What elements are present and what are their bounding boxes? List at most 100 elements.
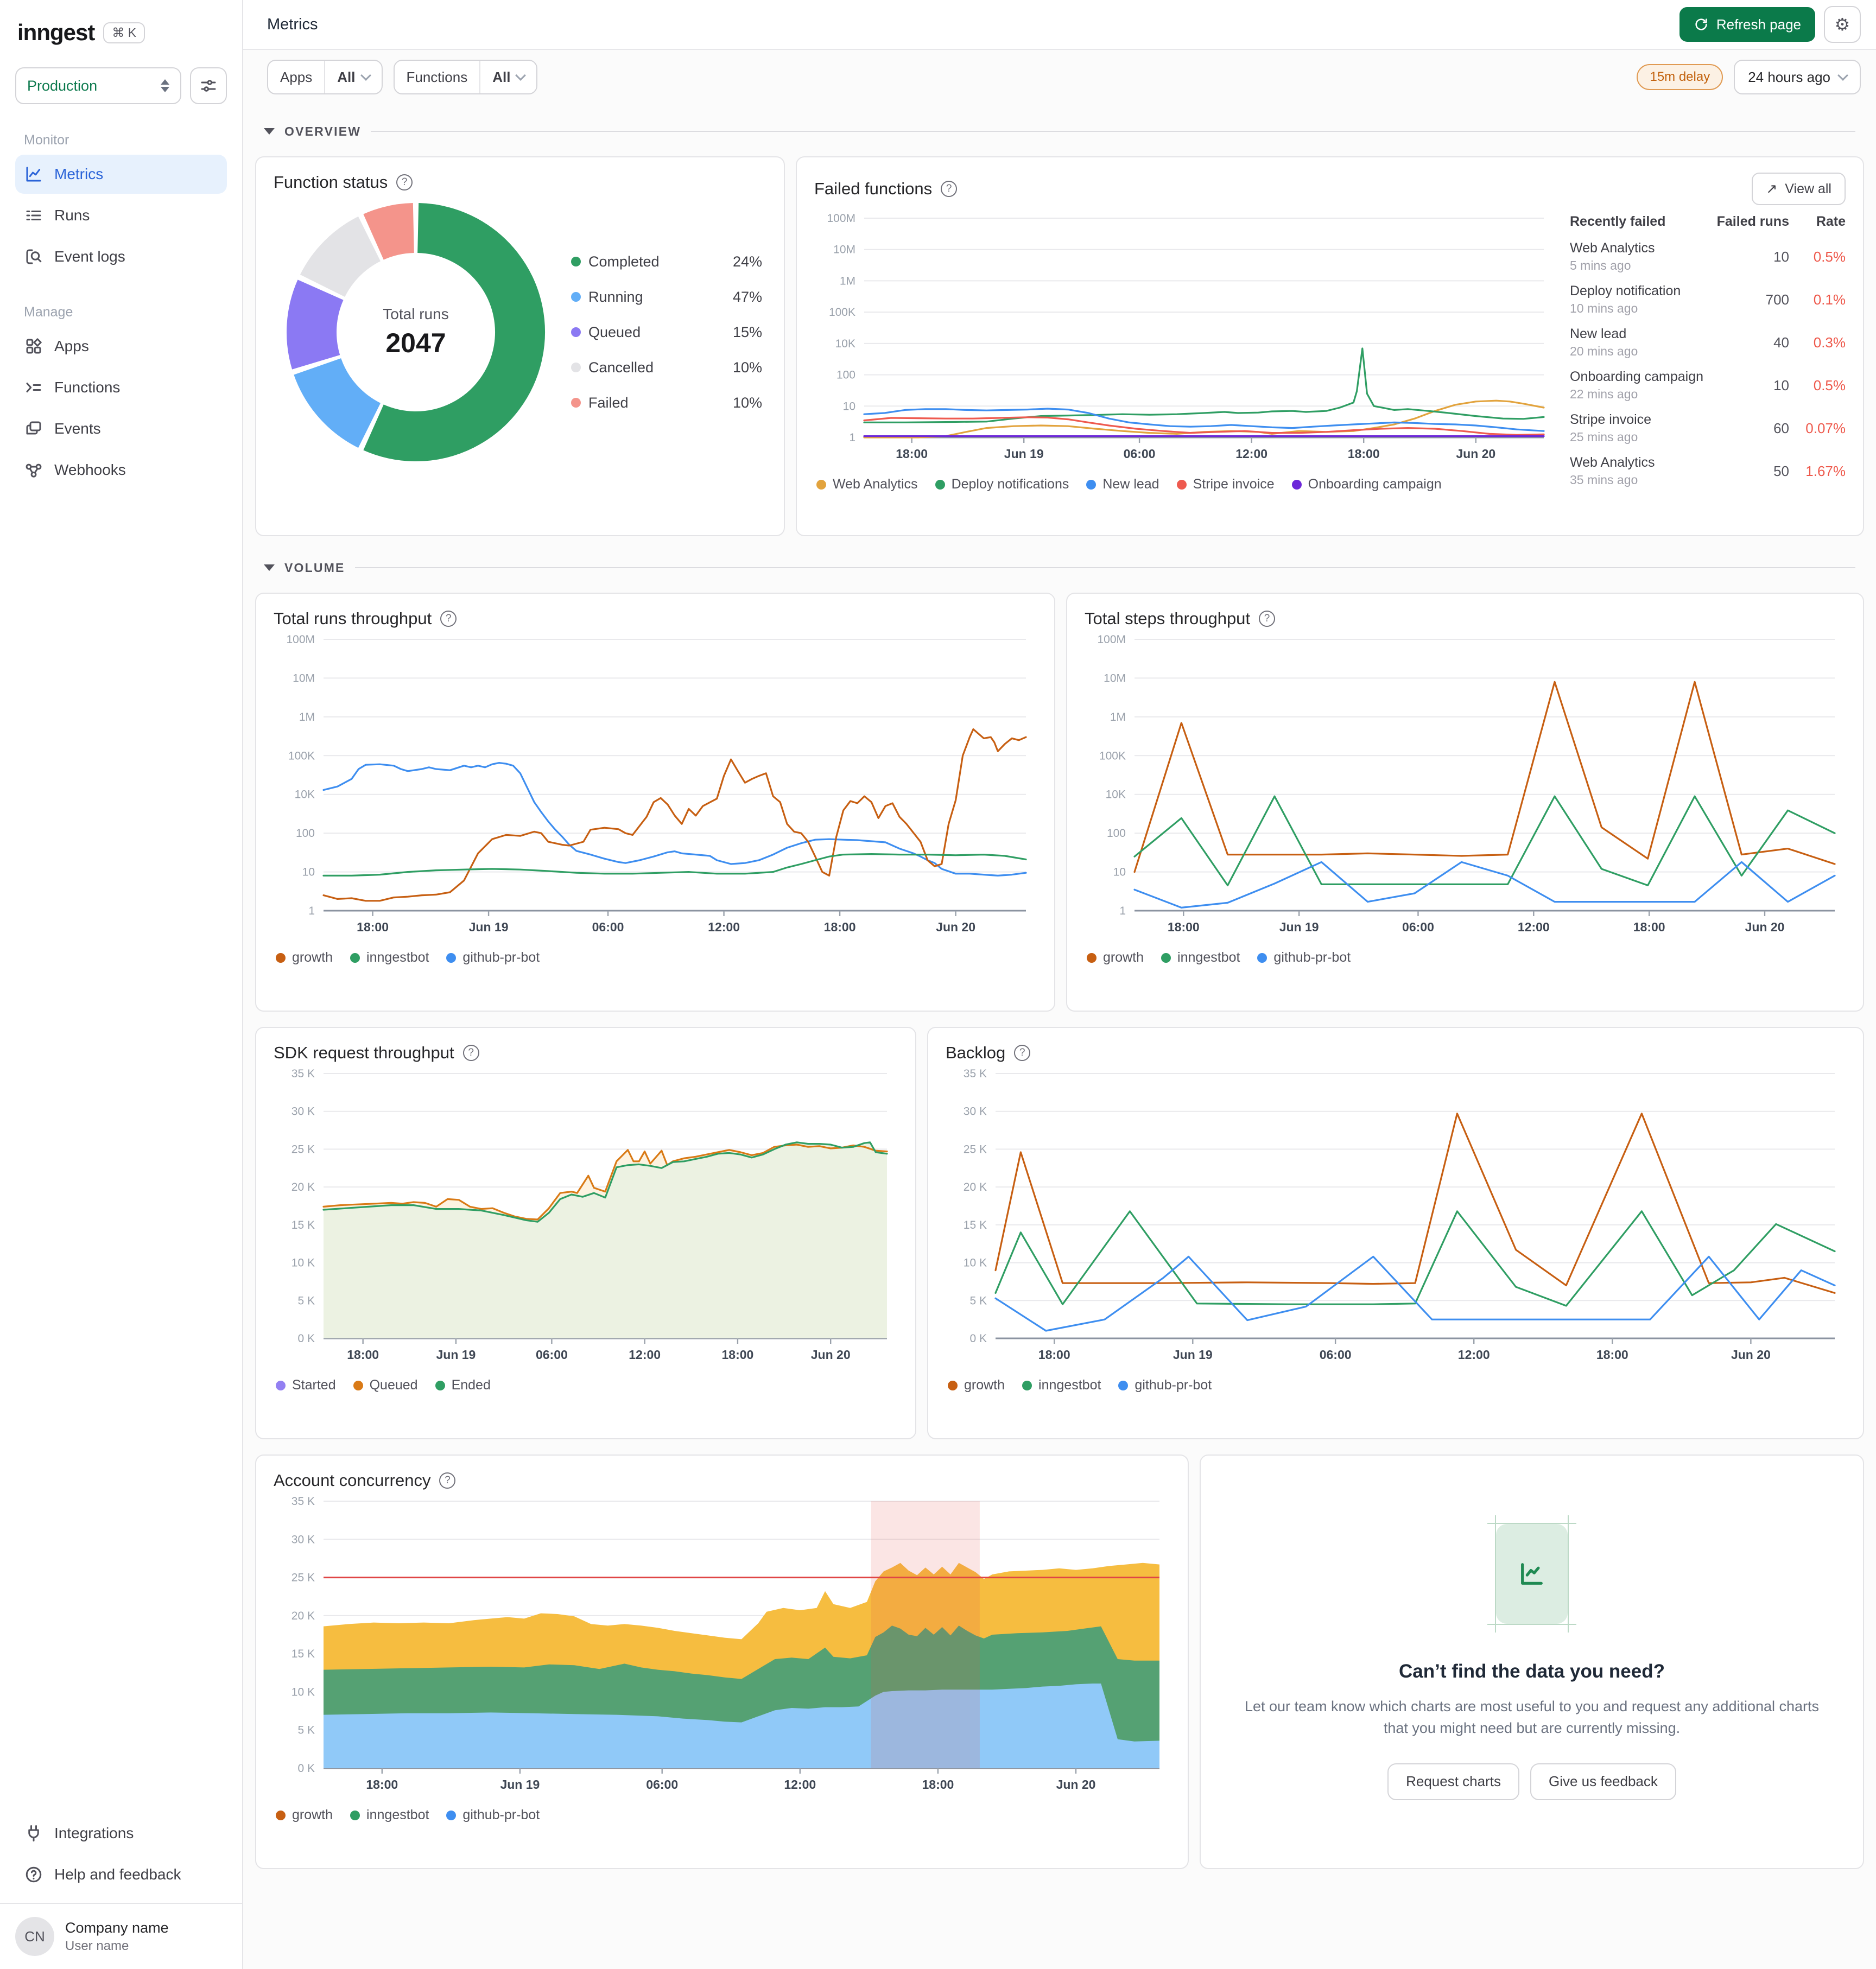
app-root: inngest ⌘ K Production Monitor Metrics R… [0,0,1876,1969]
legend-item[interactable]: Running 47% [571,289,762,306]
legend-item[interactable]: Cancelled 10% [571,359,762,376]
svg-text:1M: 1M [1110,711,1126,723]
svg-text:1M: 1M [299,711,315,723]
select-spinner-icon [161,79,169,92]
svg-text:12:00: 12:00 [708,920,740,934]
legend-item[interactable]: github-pr-bot [1118,1377,1212,1393]
apps-filter[interactable]: Apps All [267,60,383,94]
legend-item[interactable]: Started [276,1377,336,1393]
sidebar-item-integrations[interactable]: Integrations [15,1814,227,1853]
help-icon[interactable]: ? [1259,611,1276,627]
give-feedback-button[interactable]: Give us feedback [1530,1763,1676,1800]
legend-item[interactable]: inngestbot [350,950,429,966]
legend-item[interactable]: github-pr-bot [446,950,540,966]
sidebar-item-label: Integrations [54,1825,134,1841]
legend-item[interactable]: inngestbot [350,1807,429,1823]
legend-item[interactable]: Onboarding campaign [1291,477,1442,492]
legend-item[interactable]: Queued 15% [571,324,762,341]
command-k-shortcut[interactable]: ⌘ K [103,22,145,43]
chevron-down-icon [360,70,371,81]
table-row[interactable]: New lead 20 mins ago 40 0.3% [1570,326,1846,359]
legend-item[interactable]: growth [276,950,333,966]
legend-item[interactable]: growth [948,1377,1005,1393]
card-title: Total runs throughput [274,609,432,628]
sidebar-item-events[interactable]: Events [15,409,227,448]
table-row[interactable]: Onboarding campaign 22 mins ago 10 0.5% [1570,369,1846,402]
svg-text:30 K: 30 K [291,1533,315,1546]
sdk-request-throughput-card: SDK request throughput? 0 K 5 K 10 K 15 K 20… [255,1027,916,1439]
apps-icon [26,338,42,354]
help-icon[interactable]: ? [396,174,413,190]
delay-badge: 15m delay [1637,64,1723,90]
environment-filter-button[interactable] [190,67,227,104]
sidebar-item-webhooks[interactable]: Webhooks [15,450,227,490]
total-runs-chart: 1 10 100 10K 100K 1M 10M 100M 18:00 Jun 19 06:00 12… [286,633,1027,934]
sidebar-item-apps[interactable]: Apps [15,327,227,366]
line-chart-icon [1521,1563,1543,1585]
sidebar-item-label: Events [54,420,101,437]
legend-item[interactable]: Web Analytics [816,477,918,492]
svg-text:Jun 19: Jun 19 [1004,447,1044,461]
svg-text:10K: 10K [295,789,315,801]
svg-text:18:00: 18:00 [366,1777,398,1792]
nav-section-manage: Manage [24,304,73,320]
svg-text:18:00: 18:00 [347,1348,379,1362]
legend-item[interactable]: Stripe invoice [1176,477,1275,492]
sidebar-item-event-logs[interactable]: Event logs [15,237,227,276]
help-icon[interactable]: ? [941,181,958,197]
sidebar-item-functions[interactable]: Functions [15,368,227,407]
settings-button[interactable]: ⚙ [1824,6,1861,43]
legend-item[interactable]: inngestbot [1161,950,1240,966]
gear-icon: ⚙ [1834,14,1850,35]
help-icon[interactable]: ? [462,1045,479,1061]
svg-text:25 K: 25 K [964,1143,987,1155]
table-row[interactable]: Deploy notification 10 mins ago 700 0.1% [1570,283,1846,316]
col-failed-runs: Failed runs [1716,214,1789,229]
functions-filter[interactable]: Functions All [393,60,538,94]
sidebar-item-help-and-feedback[interactable]: Help and feedback [15,1855,227,1894]
table-row[interactable]: Web Analytics 35 mins ago 50 1.67% [1570,455,1846,487]
help-icon [26,1866,42,1883]
col-recently-failed: Recently failed [1570,214,1666,229]
svg-text:Jun 20: Jun 20 [811,1348,851,1362]
svg-text:12:00: 12:00 [1518,920,1550,934]
help-icon[interactable]: ? [439,1472,456,1489]
volume-section-toggle[interactable]: VOLUME [264,551,1855,584]
sdk-request-legend: Started Queued Ended [274,1377,898,1393]
sidebar-item-runs[interactable]: Runs [15,196,227,235]
svg-text:18:00: 18:00 [896,447,928,461]
table-row[interactable]: Stripe invoice 25 mins ago 60 0.07% [1570,412,1846,444]
function-status-donut: Total runs 2047 [280,196,552,468]
refresh-label: Refresh page [1716,16,1801,33]
legend-item[interactable]: New lead [1086,477,1159,492]
legend-item[interactable]: Queued [353,1377,418,1393]
svg-text:Jun 20: Jun 20 [1056,1777,1096,1792]
help-icon[interactable]: ? [1014,1045,1031,1061]
legend-item[interactable]: github-pr-bot [1257,950,1351,966]
backlog-chart: 0 K 5 K 10 K 15 K 20 K 25 K 30 K 35 K 18:00 Jun 1… [964,1068,1836,1362]
legend-item[interactable]: Completed 24% [571,253,762,270]
refresh-page-button[interactable]: Refresh page [1679,7,1815,42]
card-title: SDK request throughput [274,1043,454,1062]
environment-select[interactable]: Production [15,67,181,104]
runs-icon [26,211,41,220]
svg-text:0 K: 0 K [969,1332,987,1345]
legend-item[interactable]: github-pr-bot [446,1807,540,1823]
legend-item[interactable]: Deploy notifications [935,477,1069,492]
account-menu[interactable]: CN Company name User name [0,1903,242,1969]
legend-item[interactable]: growth [276,1807,333,1823]
table-row[interactable]: Web Analytics 5 mins ago 10 0.5% [1570,240,1846,273]
legend-item[interactable]: Ended [435,1377,491,1393]
svg-text:35 K: 35 K [964,1068,987,1080]
legend-item[interactable]: Failed 10% [571,395,762,411]
legend-item[interactable]: inngestbot [1022,1377,1101,1393]
function-status-card: Function status ? Total runs 2047 Comple… [255,156,785,536]
view-all-button[interactable]: ↗ View all [1752,173,1846,205]
time-range-select[interactable]: 24 hours ago [1734,60,1861,94]
svg-text:18:00: 18:00 [1168,920,1200,934]
sidebar-item-metrics[interactable]: Metrics [15,155,227,194]
overview-section-toggle[interactable]: OVERVIEW [264,115,1855,148]
help-icon[interactable]: ? [440,611,457,627]
request-charts-button[interactable]: Request charts [1387,1763,1519,1800]
legend-item[interactable]: growth [1087,950,1144,966]
